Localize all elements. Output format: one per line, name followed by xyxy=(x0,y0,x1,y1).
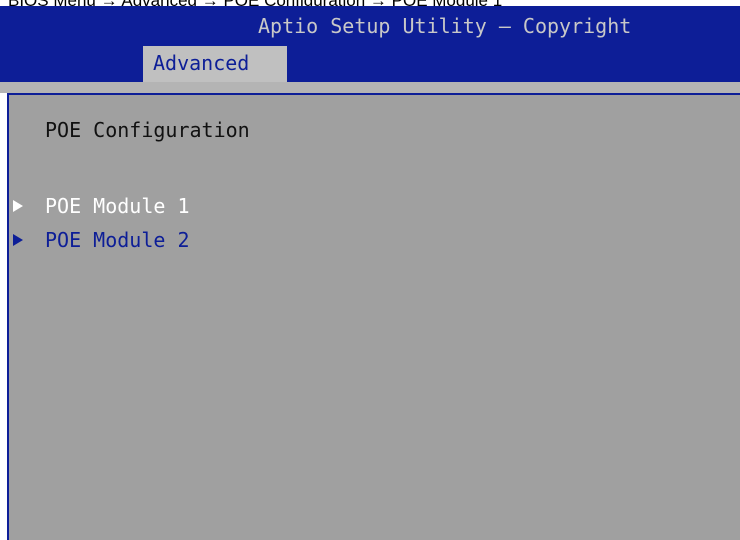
bios-setup-screen: BIOS Menu → Advanced → POE Configuration… xyxy=(0,0,740,540)
menu-item-poe-module-2[interactable]: POE Module 2 xyxy=(13,228,313,254)
menu-item-label: POE Module 2 xyxy=(45,228,190,252)
menu-item-label: POE Module 1 xyxy=(45,194,190,218)
menu-item-poe-module-1[interactable]: POE Module 1 xyxy=(13,194,313,220)
tab-advanced[interactable]: Advanced xyxy=(143,46,287,82)
header-bar: Aptio Setup Utility – Copyright Advanced xyxy=(0,6,740,82)
submenu-arrow-icon xyxy=(13,200,23,212)
header-divider xyxy=(0,82,740,93)
utility-title: Aptio Setup Utility – Copyright xyxy=(258,14,632,38)
submenu-arrow-icon xyxy=(13,234,23,246)
main-panel xyxy=(7,93,740,540)
tab-label: Advanced xyxy=(153,51,250,75)
page-title: POE Configuration xyxy=(45,118,250,142)
